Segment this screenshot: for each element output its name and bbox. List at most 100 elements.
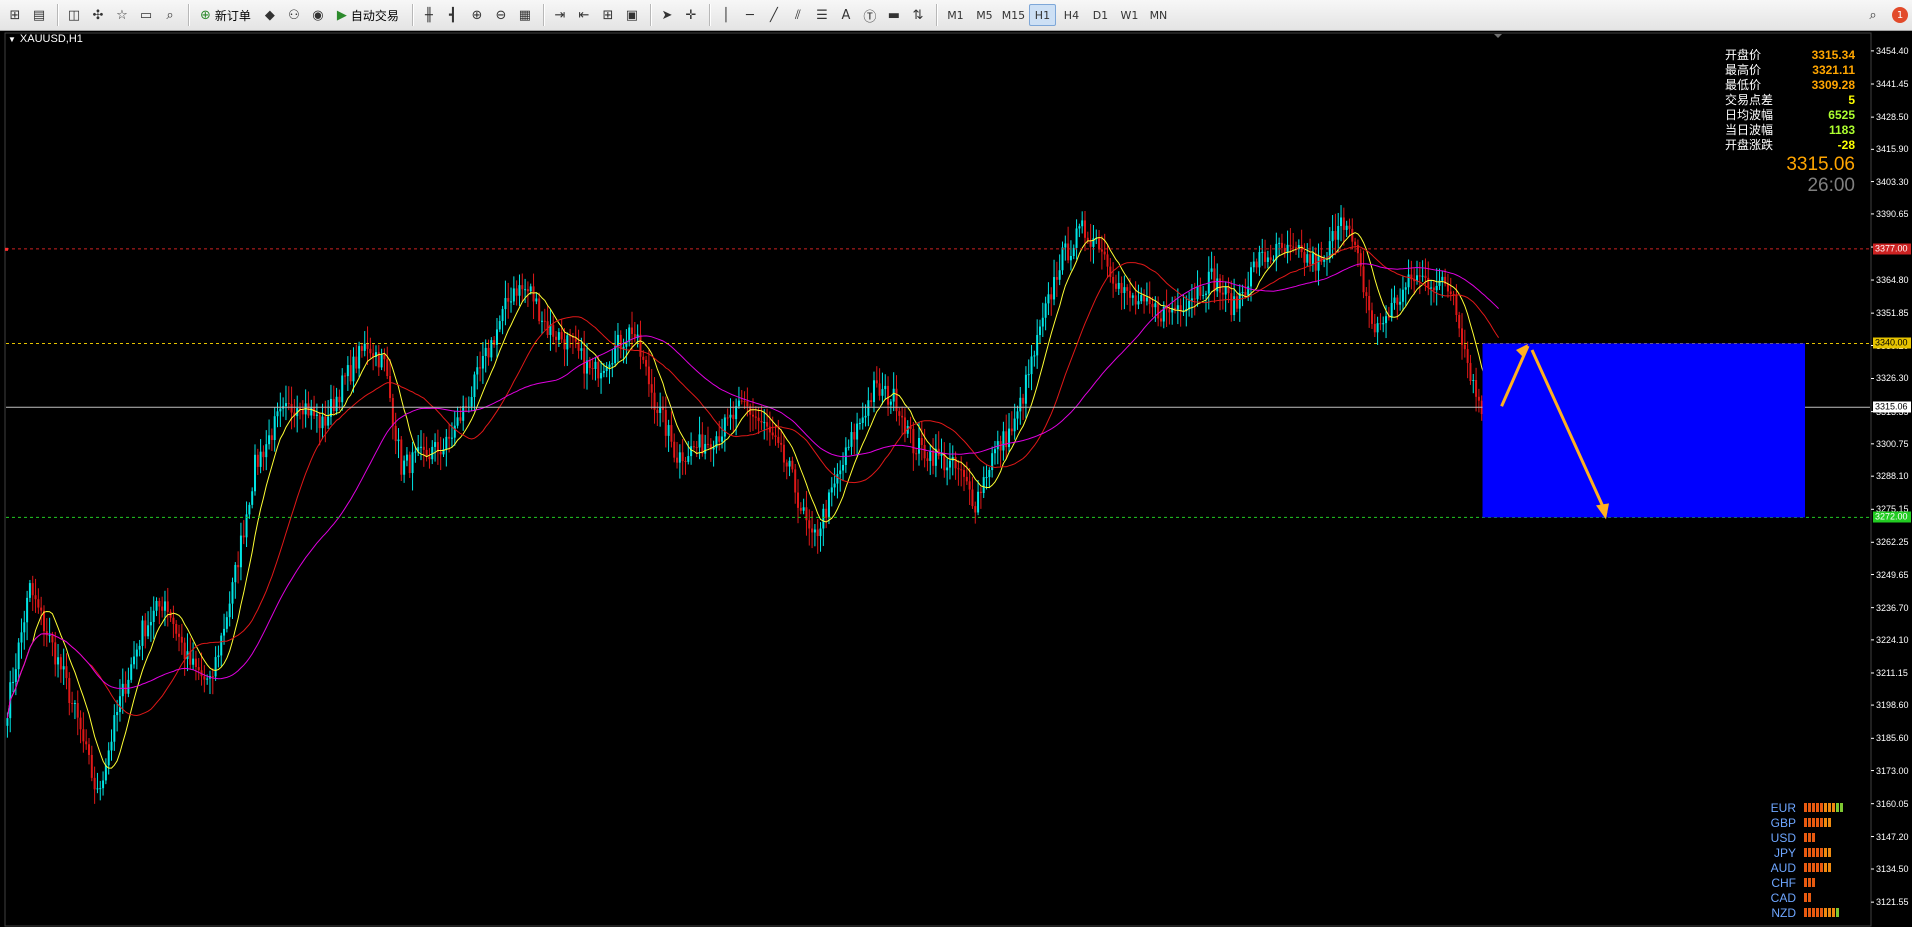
candle-body <box>993 449 996 454</box>
trendline-icon[interactable]: ╱ <box>763 4 785 26</box>
info-value: 6525 <box>1828 108 1855 122</box>
candle-body <box>1224 286 1227 295</box>
strength-bar <box>1840 803 1843 812</box>
candle-body <box>20 632 23 643</box>
candle-body <box>234 564 237 583</box>
timeframe-h4[interactable]: H4 <box>1058 4 1085 26</box>
community-icon[interactable]: ◉ <box>307 4 329 26</box>
axis-tick-label: 3288.10 <box>1876 471 1909 482</box>
candle-body <box>878 383 881 396</box>
candlestick-icon[interactable]: ┫ <box>442 4 464 26</box>
price-chart[interactable] <box>0 31 1912 927</box>
info-label: 最高价 <box>1725 63 1762 77</box>
auto-trading-button[interactable]: ▶ 自动交易 <box>331 4 405 26</box>
crosshair-icon[interactable]: ✛ <box>680 4 702 26</box>
profiles-icon[interactable]: ▤ <box>28 4 50 26</box>
chart-shift-icon[interactable]: ⇤ <box>573 4 595 26</box>
templates-icon[interactable]: ▣ <box>621 4 643 26</box>
market-watch-icon[interactable]: ◫ <box>63 4 85 26</box>
new-order-button[interactable]: ⊕ 新订单 <box>194 4 257 26</box>
fibonacci-icon[interactable]: ☰ <box>811 4 833 26</box>
strength-bar <box>1820 848 1823 857</box>
candle-body <box>912 428 915 454</box>
indicators-icon[interactable]: ⊞ <box>597 4 619 26</box>
candle-body <box>1362 266 1365 293</box>
candle-body <box>1241 292 1244 294</box>
timeframe-d1[interactable]: D1 <box>1087 4 1114 26</box>
axis-tick-label: 3160.05 <box>1876 798 1909 809</box>
candle-body <box>588 360 591 368</box>
timeframe-h1[interactable]: H1 <box>1028 4 1056 26</box>
data-window-icon[interactable]: ✣ <box>87 4 109 26</box>
candle-body <box>583 348 586 374</box>
candle-body <box>360 346 363 351</box>
price-axis[interactable]: 3454.40 3441.45 3428.50 3415.90 3403.30 3390.… <box>1872 31 1912 927</box>
candle-body <box>532 286 535 302</box>
strength-bars <box>1804 803 1843 812</box>
currency-strength-panel: EUR GBP USD JPY AUD CHF CAD NZD <box>1770 800 1843 920</box>
candle-body <box>113 715 116 742</box>
zoom-in-icon[interactable]: ⊕ <box>466 4 488 26</box>
strength-bar <box>1828 908 1831 917</box>
cursor-icon[interactable]: ➤ <box>656 4 678 26</box>
auto-scroll-icon[interactable]: ⇥ <box>549 4 571 26</box>
candle-body <box>397 439 400 442</box>
vertical-line-icon[interactable]: │ <box>715 4 737 26</box>
candle-body <box>1421 275 1424 277</box>
candle-body <box>656 409 659 413</box>
candle-body <box>1424 275 1427 278</box>
meta-editor-icon[interactable]: ◆ <box>259 4 281 26</box>
candle-body <box>1466 349 1469 363</box>
candle-body <box>394 425 397 442</box>
candle-body <box>155 600 158 611</box>
notification-badge[interactable]: 1 <box>1892 7 1908 23</box>
candle-body <box>48 634 51 636</box>
candle-body <box>65 666 68 679</box>
candle-body <box>842 464 845 471</box>
candle-body <box>1199 286 1202 296</box>
chart-window[interactable]: ▼ XAUUSD,H1 开盘价 3315.34 最高价 3321.11 最低价 3309.2… <box>0 31 1912 927</box>
strategy-tester-icon[interactable]: ⌕ <box>159 4 181 26</box>
candle-body <box>1061 247 1064 271</box>
candle-body <box>1342 217 1345 230</box>
timeframe-m1[interactable]: M1 <box>942 4 969 26</box>
arrows-icon[interactable]: ⇅ <box>907 4 929 26</box>
candle-body <box>223 628 226 636</box>
candle-body <box>138 645 141 650</box>
text-icon[interactable]: A <box>835 4 857 26</box>
strength-bar <box>1812 803 1815 812</box>
candle-body <box>1157 303 1160 319</box>
strength-bar <box>1836 803 1839 812</box>
candle-body <box>1064 243 1067 248</box>
new-chart-icon[interactable]: ⊞ <box>4 4 26 26</box>
candle-body <box>26 597 29 623</box>
signals-icon[interactable]: ⚇ <box>283 4 305 26</box>
tile-windows-icon[interactable]: ▦ <box>514 4 536 26</box>
rectangle-icon[interactable]: ▬ <box>883 4 905 26</box>
zoom-out-icon[interactable]: ⊖ <box>490 4 512 26</box>
candle-body <box>1258 252 1261 268</box>
level-marker <box>5 247 8 251</box>
strength-bar <box>1812 908 1815 917</box>
equidistant-channel-icon[interactable]: ⫽ <box>787 4 809 26</box>
candle-body <box>88 744 90 755</box>
candle-body <box>521 285 524 290</box>
bar-chart-icon[interactable]: ╫ <box>418 4 440 26</box>
strength-bar <box>1820 908 1823 917</box>
navigator-icon[interactable]: ☆ <box>111 4 133 26</box>
candle-body <box>780 442 783 445</box>
axis-tick-label: 3262.25 <box>1876 537 1909 548</box>
text-label-icon[interactable]: Ⓣ <box>859 4 881 26</box>
timeframe-m15[interactable]: M15 <box>1000 4 1027 26</box>
candle-body <box>324 416 327 426</box>
candle-body <box>276 411 279 417</box>
candle-body <box>895 388 898 412</box>
terminal-icon[interactable]: ▭ <box>135 4 157 26</box>
timeframe-m5[interactable]: M5 <box>971 4 998 26</box>
candle-body <box>484 347 487 356</box>
horizontal-line-icon[interactable]: ─ <box>739 4 761 26</box>
timeframe-mn[interactable]: MN <box>1145 4 1172 26</box>
timeframe-w1[interactable]: W1 <box>1116 4 1143 26</box>
info-label: 当日波幅 <box>1725 123 1774 137</box>
search-icon[interactable]: ⌕ <box>1862 4 1884 26</box>
